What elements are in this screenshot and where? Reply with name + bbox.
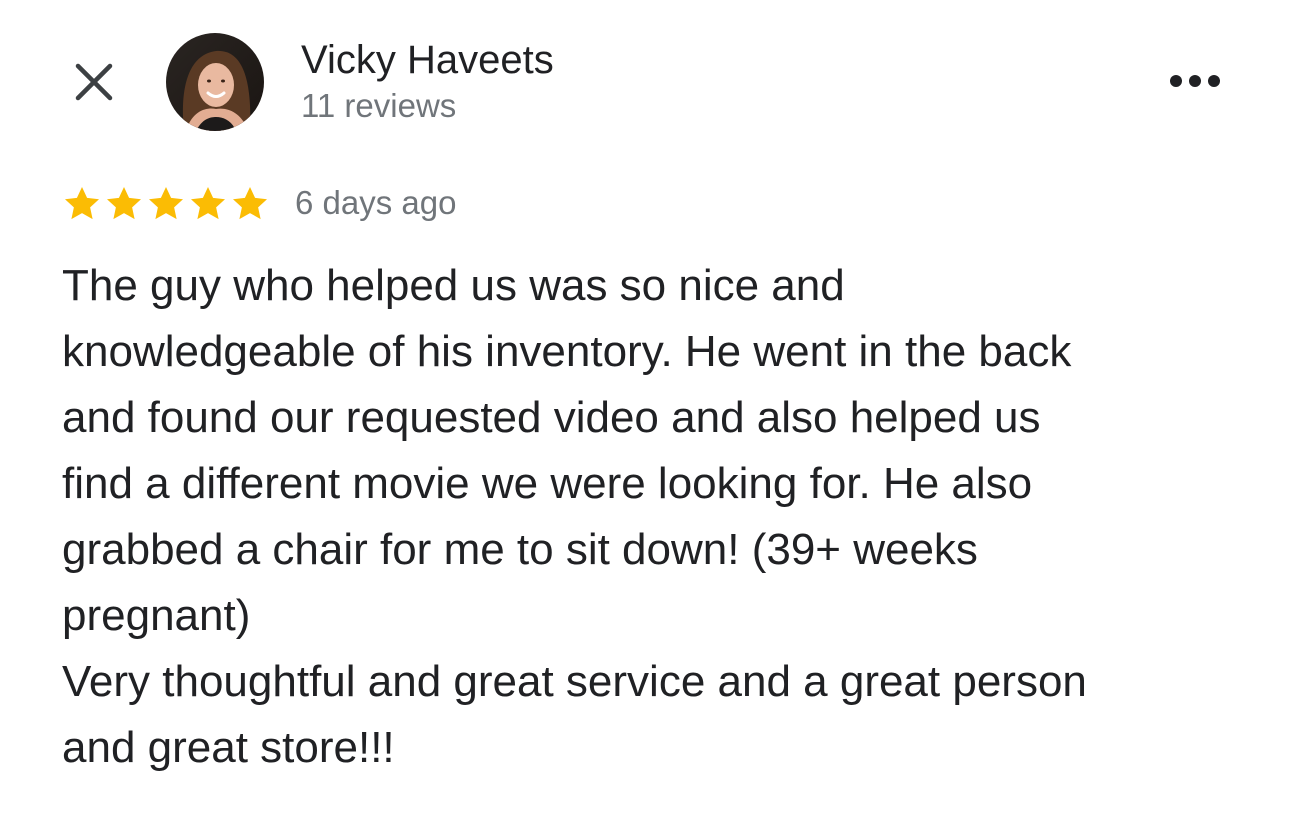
review-text-line: find a different movie we were looking f… bbox=[62, 459, 1033, 508]
review-text: The guy who helped us was so nice and kno… bbox=[62, 253, 1232, 781]
star-icon bbox=[107, 187, 141, 220]
reviewer-name[interactable]: Vicky Haveets bbox=[301, 36, 554, 84]
review-date: 6 days ago bbox=[295, 184, 457, 221]
review-text-line: Very thoughtful and great service and a … bbox=[62, 657, 1087, 706]
review-card: Vicky Haveets 11 reviews 6 days ago The … bbox=[0, 0, 1290, 816]
review-text-line: grabbed a chair for me to sit down! (39+… bbox=[62, 525, 978, 574]
review-text-line: The guy who helped us was so nice and bbox=[62, 261, 845, 310]
star-icon bbox=[233, 187, 267, 220]
close-icon bbox=[75, 63, 113, 101]
avatar[interactable] bbox=[166, 33, 264, 131]
review-text-line: pregnant) bbox=[62, 591, 251, 640]
more-options-button[interactable] bbox=[1160, 56, 1230, 106]
review-count[interactable]: 11 reviews bbox=[301, 86, 456, 126]
review-text-line: and great store!!! bbox=[62, 723, 395, 772]
more-horizontal-icon bbox=[1170, 75, 1220, 87]
star-icon bbox=[191, 187, 225, 220]
close-button[interactable] bbox=[64, 52, 124, 112]
star-rating bbox=[62, 184, 270, 224]
star-icon bbox=[65, 187, 99, 220]
star-icon bbox=[149, 187, 183, 220]
review-text-line: and found our requested video and also h… bbox=[62, 393, 1041, 442]
review-text-line: knowledgeable of his inventory. He went … bbox=[62, 327, 1072, 376]
